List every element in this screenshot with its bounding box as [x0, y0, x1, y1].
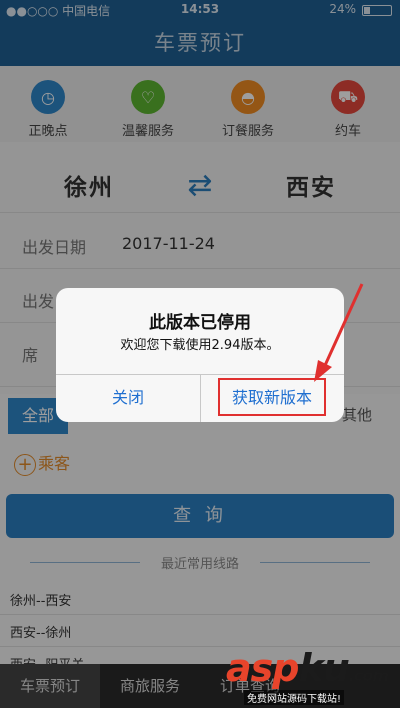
- watermark-subtitle: 免费网站源码下载站!: [244, 690, 345, 705]
- watermark-text: aspku.com: [226, 646, 389, 690]
- watermark-logo: aspku.com 免费网站源码下载站!: [226, 646, 398, 705]
- close-button[interactable]: 关闭: [56, 374, 200, 422]
- annotation-arrow-icon: [314, 283, 364, 382]
